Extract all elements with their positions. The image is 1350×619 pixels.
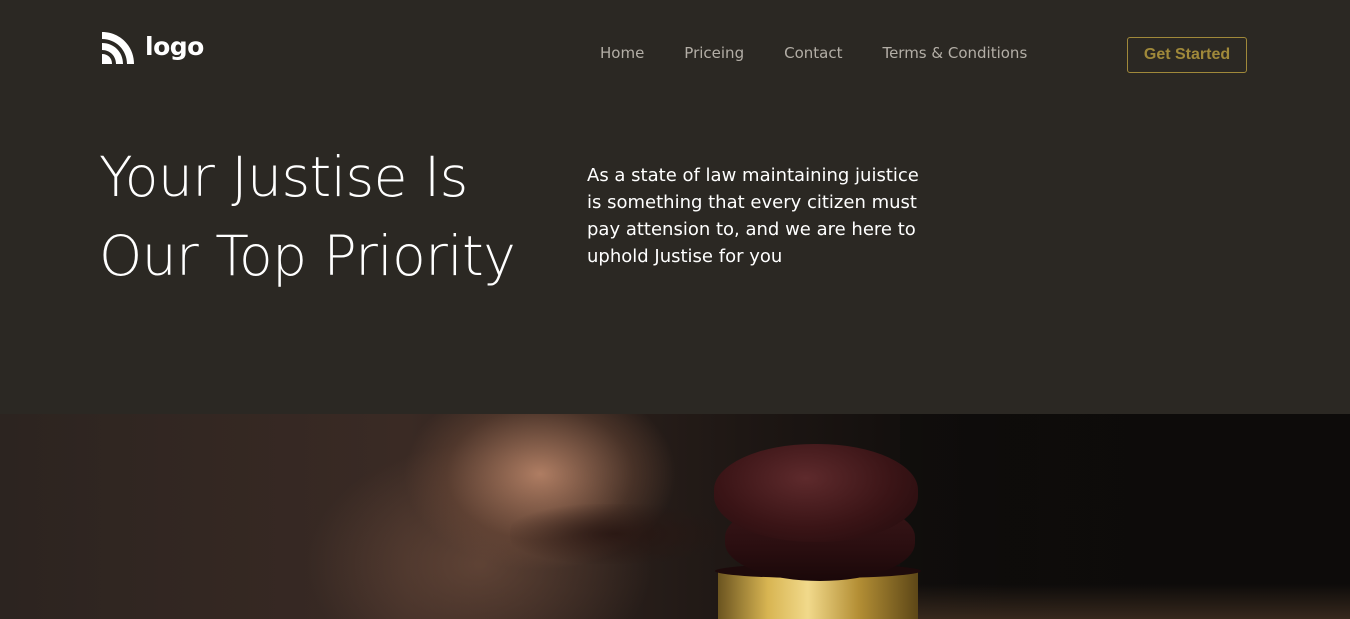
get-started-button[interactable]: Get Started (1127, 37, 1247, 73)
main-nav: Home Priceing Contact Terms & Conditions (600, 44, 1027, 62)
hero-image-gavel (0, 414, 1350, 619)
hero-title-line-2: Our Top Priority (99, 224, 516, 288)
site-header: logo Home Priceing Contact Terms & Condi… (0, 0, 1350, 110)
nav-link-home[interactable]: Home (600, 44, 644, 62)
logo[interactable]: logo (100, 30, 204, 66)
nav-link-pricing[interactable]: Priceing (684, 44, 744, 62)
hero-title: Your Justise Is Our Top Priority (99, 138, 569, 296)
gavel-head (714, 444, 918, 542)
nav-link-contact[interactable]: Contact (784, 44, 842, 62)
hero-description: As a state of law maintaining juistice i… (587, 165, 919, 267)
nav-link-terms[interactable]: Terms & Conditions (882, 44, 1027, 62)
hero-title-line-1: Your Justise Is (99, 145, 468, 209)
logo-text: logo (145, 31, 204, 61)
image-table-glow (900, 584, 1350, 619)
logo-icon (102, 32, 134, 64)
image-hand-shadow (510, 504, 720, 564)
